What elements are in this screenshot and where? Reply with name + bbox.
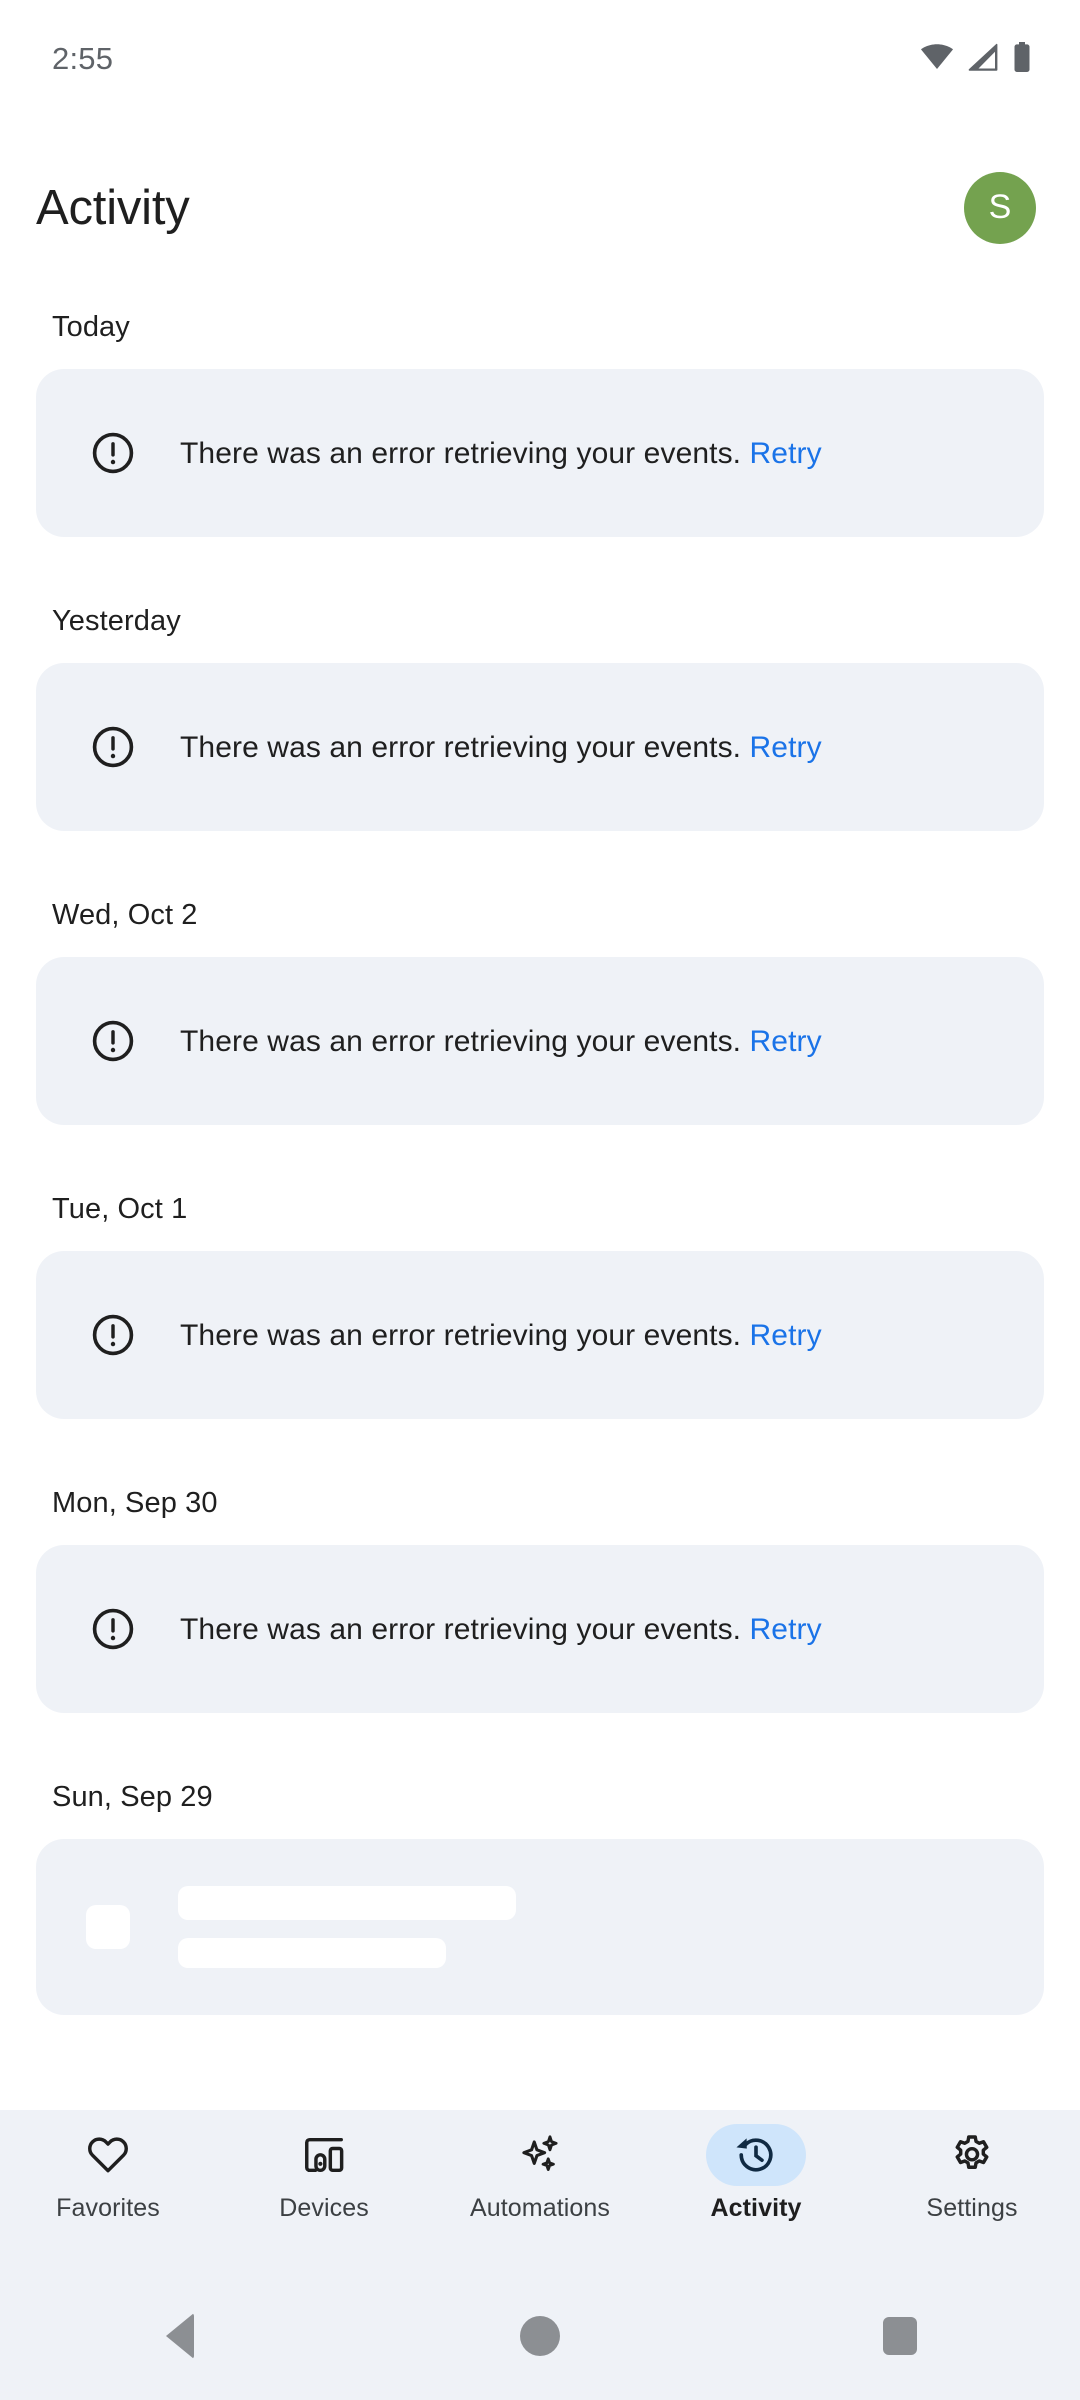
page-title: Activity xyxy=(36,181,190,235)
nav-item-favorites[interactable]: Favorites xyxy=(0,2124,216,2223)
nav-item-devices[interactable]: Devices xyxy=(216,2124,432,2223)
nav-item-settings[interactable]: Settings xyxy=(864,2124,1080,2223)
sparkles-icon xyxy=(517,2132,563,2178)
nav-pill xyxy=(58,2124,158,2186)
error-message: There was an error retrieving your event… xyxy=(180,1612,742,1646)
history-icon xyxy=(733,2132,779,2178)
error-card-text: There was an error retrieving your event… xyxy=(180,1022,822,1061)
error-card-text: There was an error retrieving your event… xyxy=(180,728,822,767)
nav-label-activity: Activity xyxy=(710,2194,802,2222)
status-bar-clock: 2:55 xyxy=(52,40,114,76)
home-circle-icon xyxy=(520,2316,560,2356)
activity-group: Wed, Oct 2 There was an error retrieving… xyxy=(0,873,1080,1125)
error-card[interactable]: There was an error retrieving your event… xyxy=(36,957,1044,1125)
day-label: Today xyxy=(52,310,130,343)
avatar[interactable]: S xyxy=(964,172,1036,244)
cellular-signal-icon xyxy=(968,43,998,71)
error-message: There was an error retrieving your event… xyxy=(180,436,742,470)
error-circle-icon xyxy=(90,1018,136,1064)
error-card[interactable]: There was an error retrieving your event… xyxy=(36,1251,1044,1419)
battery-icon xyxy=(1012,42,1032,72)
home-button[interactable] xyxy=(450,2272,630,2400)
error-circle-icon xyxy=(90,724,136,770)
nav-pill xyxy=(274,2124,374,2186)
activity-group: Mon, Sep 30 There was an error retrievin… xyxy=(0,1461,1080,1713)
back-triangle-icon xyxy=(166,2313,194,2359)
retry-link[interactable]: Retry xyxy=(750,437,822,470)
activity-group: Sun, Sep 29 xyxy=(0,1755,1080,2015)
error-card[interactable]: There was an error retrieving your event… xyxy=(36,369,1044,537)
retry-link[interactable]: Retry xyxy=(750,1025,822,1058)
activity-list[interactable]: Today There was an error retrieving your… xyxy=(0,285,1080,2110)
retry-link[interactable]: Retry xyxy=(750,731,822,764)
activity-group: Tue, Oct 1 There was an error retrieving… xyxy=(0,1167,1080,1419)
phone-screen: 2:55 Activity S Today There was an error… xyxy=(0,0,1080,2400)
error-card-text: There was an error retrieving your event… xyxy=(180,1316,822,1355)
status-bar-icons xyxy=(920,40,1032,72)
skeleton-card xyxy=(36,1839,1044,2015)
activity-group: Yesterday There was an error retrieving … xyxy=(0,579,1080,831)
skeleton-avatar xyxy=(86,1905,130,1949)
bottom-navigation-bar: Favorites Devices Automations Activity S… xyxy=(0,2110,1080,2272)
error-message: There was an error retrieving your event… xyxy=(180,730,742,764)
error-card[interactable]: There was an error retrieving your event… xyxy=(36,1545,1044,1713)
wifi-icon xyxy=(920,44,954,70)
nav-item-automations[interactable]: Automations xyxy=(432,2124,648,2223)
page-header: Activity S xyxy=(0,148,1080,268)
recents-square-icon xyxy=(883,2317,917,2355)
error-card[interactable]: There was an error retrieving your event… xyxy=(36,663,1044,831)
error-message: There was an error retrieving your event… xyxy=(180,1318,742,1352)
error-card-text: There was an error retrieving your event… xyxy=(180,434,822,473)
error-circle-icon xyxy=(90,1606,136,1652)
day-label: Yesterday xyxy=(52,604,181,637)
day-label: Sun, Sep 29 xyxy=(52,1780,213,1813)
back-button[interactable] xyxy=(90,2272,270,2400)
devices-icon xyxy=(301,2132,347,2178)
status-bar: 2:55 xyxy=(0,0,1080,112)
nav-item-activity[interactable]: Activity xyxy=(648,2124,864,2223)
nav-pill xyxy=(490,2124,590,2186)
system-navigation-bar xyxy=(0,2272,1080,2400)
day-label: Tue, Oct 1 xyxy=(52,1192,188,1225)
retry-link[interactable]: Retry xyxy=(750,1613,822,1646)
heart-icon xyxy=(85,2132,131,2178)
nav-label-automations: Automations xyxy=(469,2194,611,2222)
error-message: There was an error retrieving your event… xyxy=(180,1024,742,1058)
nav-label-devices: Devices xyxy=(279,2194,369,2222)
day-label: Wed, Oct 2 xyxy=(52,898,198,931)
error-circle-icon xyxy=(90,430,136,476)
activity-group: Today There was an error retrieving your… xyxy=(0,285,1080,537)
gear-icon xyxy=(949,2132,995,2178)
error-card-text: There was an error retrieving your event… xyxy=(180,1610,822,1649)
day-label: Mon, Sep 30 xyxy=(52,1486,218,1519)
error-circle-icon xyxy=(90,1312,136,1358)
nav-pill xyxy=(922,2124,1022,2186)
nav-label-settings: Settings xyxy=(926,2194,1018,2222)
skeleton-line xyxy=(178,1886,516,1920)
skeleton-line xyxy=(178,1938,446,1968)
retry-link[interactable]: Retry xyxy=(750,1319,822,1352)
nav-label-favorites: Favorites xyxy=(56,2194,160,2222)
recents-button[interactable] xyxy=(810,2272,990,2400)
skeleton-lines xyxy=(178,1886,516,1968)
nav-pill-active xyxy=(706,2124,806,2186)
